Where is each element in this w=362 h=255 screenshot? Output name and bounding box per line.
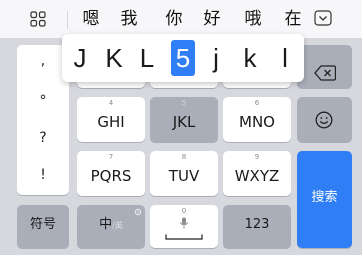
language-secondary: /英 [112, 221, 123, 230]
key-wxyz[interactable]: 9 WXYZ [223, 151, 291, 196]
key-label: GHI [97, 113, 125, 131]
key-label: WXYZ [234, 167, 280, 185]
delete-button[interactable] [297, 45, 352, 88]
candidate-separator [67, 11, 68, 29]
popup-letter[interactable]: J [68, 40, 92, 76]
key-number: 8 [181, 153, 187, 161]
space-button[interactable]: 0 [150, 205, 218, 248]
popup-letter[interactable]: K [102, 40, 126, 76]
numbers-label: 123 [244, 217, 270, 232]
symbols-button[interactable]: 符号 [17, 205, 69, 248]
key-jkl[interactable]: 5 JKL [150, 97, 218, 142]
grid-menu-icon[interactable] [30, 11, 46, 27]
popup-letter[interactable]: l [273, 40, 297, 76]
key-number: 9 [254, 153, 260, 161]
space-bar-icon [165, 234, 203, 240]
popup-letter[interactable]: L [135, 40, 159, 76]
key-number: 5 [181, 99, 187, 107]
key-number: 6 [254, 99, 260, 107]
key-label: MNO [239, 113, 275, 131]
key-pqrs[interactable]: 7 PQRS [77, 151, 145, 196]
key-label: TUV [168, 167, 200, 185]
emoji-button[interactable] [297, 97, 352, 142]
key-ghi[interactable]: 4 GHI [77, 97, 145, 142]
key-number: 4 [108, 99, 114, 107]
candidate-word[interactable]: 在 [280, 0, 306, 38]
candidate-word[interactable]: 好 [199, 0, 225, 38]
language-switch-button[interactable]: 中/英 [77, 205, 145, 248]
expand-candidates-icon[interactable] [314, 10, 332, 26]
punctuation-exclamation[interactable]: ! [17, 167, 69, 183]
letter-popup: J K L 5 j k l [62, 34, 304, 82]
key-label: JKL [172, 113, 196, 131]
key-mno[interactable]: 6 MNO [223, 97, 291, 142]
key-label: PQRS [90, 167, 132, 185]
symbols-label: 符号 [29, 217, 56, 232]
key-number: 7 [108, 153, 114, 161]
keyboard: 嗯 我 你 好 哦 在 , ° ? ! 4 GHI 5 JKL 6 MNO 7 … [0, 0, 362, 255]
candidate-word[interactable]: 嗯 [78, 0, 104, 38]
punctuation-degree[interactable]: ° [17, 93, 69, 109]
candidate-word[interactable]: 我 [116, 0, 142, 38]
search-button-label: 搜索 [311, 190, 338, 205]
candidate-bar: 嗯 我 你 好 哦 在 [0, 0, 362, 38]
emoji-icon [315, 111, 333, 129]
microphone-icon [179, 217, 189, 229]
candidate-word[interactable]: 你 [161, 0, 187, 38]
punctuation-question[interactable]: ? [17, 130, 69, 146]
popup-letter[interactable]: j [204, 40, 228, 76]
key-number: 0 [181, 207, 187, 215]
language-label: 中/英 [77, 216, 145, 235]
candidate-word[interactable]: 哦 [240, 0, 266, 38]
popup-letter-selected[interactable]: 5 [171, 40, 195, 76]
numbers-button[interactable]: 123 [223, 205, 291, 248]
language-primary: 中 [99, 217, 113, 232]
key-tuv[interactable]: 8 TUV [150, 151, 218, 196]
search-button[interactable]: 搜索 [297, 151, 352, 248]
settings-icon [134, 208, 142, 216]
popup-letter[interactable]: k [238, 40, 262, 76]
backspace-icon [314, 65, 336, 81]
